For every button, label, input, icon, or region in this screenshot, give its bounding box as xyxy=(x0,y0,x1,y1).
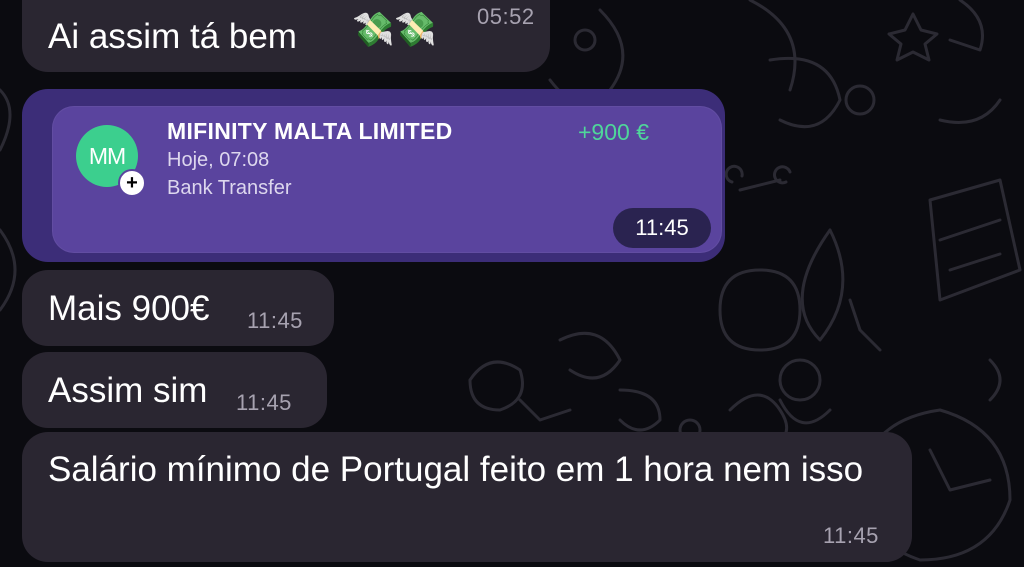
message-bubble[interactable]: Ai assim tá bem 💸💸 05:52 xyxy=(22,0,550,72)
plus-icon: + xyxy=(118,169,146,197)
message-text: Assim sim xyxy=(48,371,208,410)
message-bubble[interactable]: Mais 900€ 11:45 xyxy=(22,270,334,346)
message-text: Salário mínimo de Portugal feito em 1 ho… xyxy=(48,450,864,489)
message-bubble[interactable]: Salário mínimo de Portugal feito em 1 ho… xyxy=(22,432,912,562)
merchant-name: MIFINITY MALTA LIMITED xyxy=(167,118,453,144)
message-bubble[interactable]: Assim sim 11:45 xyxy=(22,352,327,428)
money-with-wings-icon: 💸💸 xyxy=(352,11,437,49)
message-time: 05:52 xyxy=(477,4,535,29)
forwarded-transaction-card[interactable]: MM + MIFINITY MALTA LIMITED Hoje, 07:08 … xyxy=(22,89,725,262)
message-time: 11:45 xyxy=(823,523,879,548)
message-text: Mais 900€ xyxy=(48,289,210,328)
message-time: 11:45 xyxy=(236,390,292,415)
transaction-amount: +900 € xyxy=(578,119,649,145)
message-text: Ai assim tá bem xyxy=(48,17,297,56)
transaction-method: Bank Transfer xyxy=(167,177,292,199)
transaction-date: Hoje, 07:08 xyxy=(167,149,270,171)
message-time: 11:45 xyxy=(247,308,303,333)
message-time: 11:45 xyxy=(613,208,711,248)
